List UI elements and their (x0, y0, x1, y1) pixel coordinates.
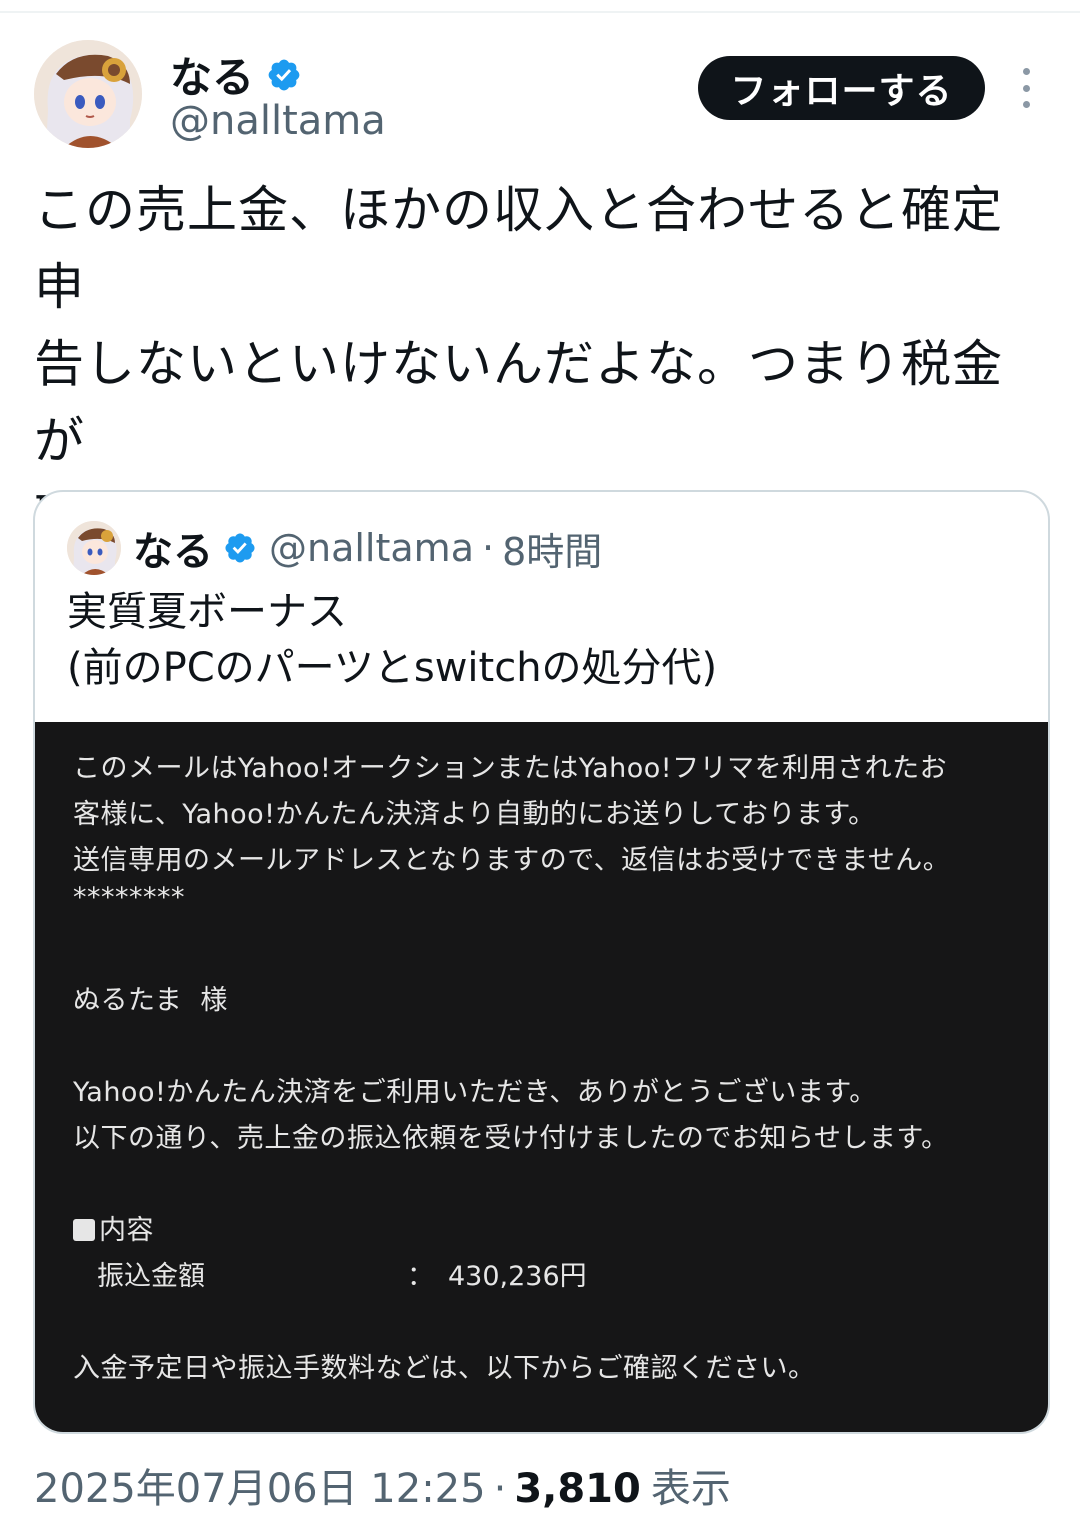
email-line: 以下の通り、売上金の振込依頼を受け付けましたのでお知らせします。 (73, 1123, 949, 1154)
post-meta: 2025年07月06日 12:25 · 3,810 表示 (34, 1456, 731, 1514)
separator: · (493, 1466, 507, 1512)
separator: · (481, 526, 495, 570)
author-handle[interactable]: @nalltama (170, 98, 386, 144)
quoted-post-card[interactable]: なる @nalltama · 8時間 実質夏ボーナス (前のPCのパーツとswi… (33, 490, 1050, 1434)
email-line: 入金予定日や振込手数料などは、以下からご確認ください。 (73, 1353, 816, 1384)
email-section-label: 内容 (99, 1215, 154, 1246)
views-count: 3,810 (514, 1466, 641, 1512)
email-line: Yahoo!かんたん決済をご利用いただき、ありがとうございます。 (73, 1077, 877, 1108)
attached-email-screenshot[interactable]: このメールはYahoo!オークションまたはYahoo!フリマを利用されたお 客様… (35, 722, 1048, 1432)
author-avatar[interactable] (34, 40, 142, 148)
email-line: ******** (73, 882, 185, 913)
quoted-post-header: なる @nalltama · 8時間 (67, 518, 602, 578)
quoted-author-handle: @nalltama (269, 526, 474, 570)
email-section-heading: 内容 (73, 1208, 154, 1247)
follow-button[interactable]: フォローする (698, 56, 985, 120)
top-divider (0, 11, 1080, 13)
amount-label: 振込金額 (97, 1261, 205, 1292)
author-display-name[interactable]: なる (170, 44, 254, 105)
quoted-author-name: なる (133, 529, 213, 575)
views-label: 表示 (650, 1466, 731, 1512)
post-timestamp[interactable]: 2025年07月06日 12:25 (34, 1456, 486, 1514)
quoted-post-time: 8時間 (502, 529, 603, 574)
quoted-author-avatar (67, 521, 121, 575)
email-line: 客様に、Yahoo!かんたん決済より自動的にお送りしております。 (73, 799, 876, 830)
verified-badge-icon (268, 59, 300, 90)
email-line: このメールはYahoo!オークションまたはYahoo!フリマを利用されたお (73, 753, 948, 784)
amount-colon: ： (407, 1261, 434, 1292)
email-line: ぬるたま 様 (73, 985, 228, 1016)
square-bullet-icon (73, 1219, 95, 1241)
more-options-icon[interactable] (1012, 68, 1040, 108)
author-name-row[interactable]: なる (170, 44, 302, 105)
amount-value: 430,236円 (448, 1261, 587, 1292)
email-line: 送信専用のメールアドレスとなりますので、返信はお受けできません。 (73, 845, 951, 876)
quoted-post-text: 実質夏ボーナス (前のPCのパーツとswitchの処分代) (67, 589, 718, 691)
verified-badge-icon (225, 533, 255, 563)
